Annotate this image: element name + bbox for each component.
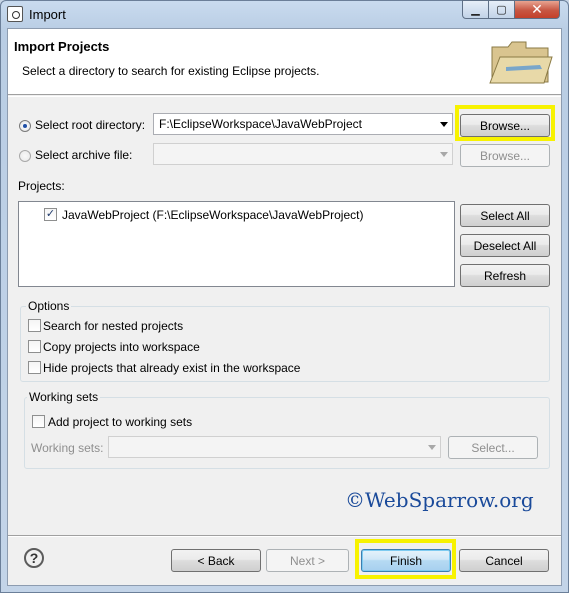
hide-existing-label: Hide projects that already exist in the …: [43, 361, 301, 375]
help-icon[interactable]: ?: [24, 548, 44, 568]
root-directory-radio[interactable]: [19, 120, 31, 132]
checkmark-icon: ✓: [45, 208, 56, 220]
close-icon: ✕: [531, 1, 543, 17]
browse-archive-button[interactable]: Browse...: [460, 144, 550, 167]
next-button[interactable]: Next >: [266, 549, 349, 572]
nested-projects-label: Search for nested projects: [43, 319, 184, 333]
eclipse-app-icon: [7, 6, 23, 22]
dialog-client-area: Import Projects Select a directory to se…: [7, 28, 562, 586]
project-item-label: JavaWebProject (F:\EclipseWorkspace\Java…: [62, 208, 364, 222]
close-button[interactable]: ✕: [514, 0, 560, 19]
archive-file-combo[interactable]: [153, 143, 453, 165]
select-working-sets-button[interactable]: Select...: [448, 436, 538, 459]
refresh-button[interactable]: Refresh: [460, 264, 550, 287]
copy-projects-label: Copy projects into workspace: [43, 340, 200, 354]
chevron-down-icon: [440, 122, 448, 127]
back-button[interactable]: < Back: [171, 549, 261, 572]
page-description: Select a directory to search for existin…: [22, 64, 320, 78]
chevron-down-icon: [440, 152, 448, 157]
window-title: Import: [29, 7, 66, 22]
working-sets-group-label: Working sets: [27, 390, 101, 404]
projects-list[interactable]: ✓ JavaWebProject (F:\EclipseWorkspace\Ja…: [18, 201, 455, 287]
deselect-all-button[interactable]: Deselect All: [460, 234, 550, 257]
working-sets-field-label: Working sets:: [31, 441, 104, 455]
root-directory-label: Select root directory:: [35, 118, 146, 132]
watermark-text: ©WebSparrow.org: [345, 488, 534, 512]
maximize-button[interactable]: ▢: [488, 0, 515, 19]
select-all-button[interactable]: Select All: [460, 204, 550, 227]
page-title: Import Projects: [14, 39, 110, 54]
hide-existing-checkbox[interactable]: [28, 361, 41, 374]
footer-separator-light: [8, 536, 561, 537]
minimize-icon: ▁: [471, 4, 480, 16]
copy-projects-checkbox[interactable]: [28, 340, 41, 353]
add-to-working-sets-checkbox[interactable]: [32, 415, 45, 428]
banner-separator: [8, 96, 561, 97]
root-directory-combo[interactable]: F:\EclipseWorkspace\JavaWebProject: [153, 113, 453, 135]
working-sets-combo[interactable]: [108, 436, 441, 458]
chevron-down-icon: [428, 445, 436, 450]
add-to-working-sets-label: Add project to working sets: [48, 415, 193, 429]
finish-button[interactable]: Finish: [361, 549, 451, 572]
archive-file-radio[interactable]: [19, 150, 31, 162]
minimize-button[interactable]: ▁: [462, 0, 489, 19]
maximize-icon: ▢: [496, 4, 507, 16]
project-checkbox[interactable]: ✓: [44, 208, 57, 221]
options-group-label: Options: [26, 299, 72, 313]
wizard-banner: Import Projects Select a directory to se…: [8, 29, 561, 95]
browse-button[interactable]: Browse...: [460, 114, 550, 137]
folder-icon: [489, 41, 553, 84]
cancel-button[interactable]: Cancel: [459, 549, 549, 572]
projects-label: Projects:: [18, 179, 65, 193]
archive-file-label: Select archive file:: [35, 148, 133, 162]
nested-projects-checkbox[interactable]: [28, 319, 41, 332]
root-directory-value: F:\EclipseWorkspace\JavaWebProject: [159, 117, 362, 131]
